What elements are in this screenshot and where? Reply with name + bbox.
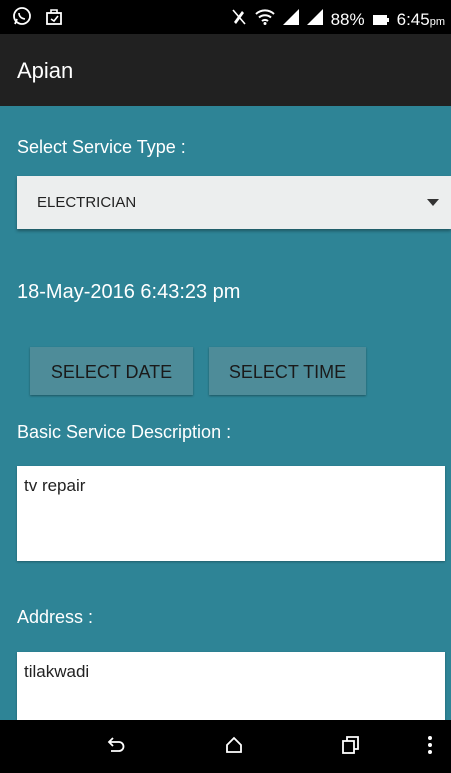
mute-icon xyxy=(231,8,247,31)
action-bar: Apian xyxy=(0,34,451,106)
home-icon[interactable] xyxy=(223,734,245,761)
description-input[interactable]: tv repair xyxy=(17,466,445,561)
select-date-button[interactable]: SELECT DATE xyxy=(30,347,193,395)
app-title: Apian xyxy=(17,58,74,83)
navigation-bar xyxy=(0,720,451,773)
description-value: tv repair xyxy=(24,476,86,495)
address-value: tilakwadi xyxy=(24,662,90,681)
address-label: Address : xyxy=(17,607,94,627)
service-type-value: ELECTRICIAN xyxy=(37,194,137,211)
select-time-button[interactable]: SELECT TIME xyxy=(209,347,366,395)
service-type-spinner[interactable]: ELECTRICIAN xyxy=(17,176,451,229)
signal-icon xyxy=(306,9,323,30)
overflow-menu-icon[interactable] xyxy=(426,734,434,761)
address-input[interactable]: tilakwadi xyxy=(17,652,445,720)
battery-icon xyxy=(372,10,389,30)
dropdown-arrow-icon xyxy=(427,199,439,206)
signal-icon xyxy=(282,9,299,30)
clock-ampm: pm xyxy=(429,15,445,28)
back-icon[interactable] xyxy=(104,734,126,761)
status-bar: 88% 6:45 pm xyxy=(0,0,451,34)
wifi-icon xyxy=(254,9,275,30)
service-type-label: Select Service Type : xyxy=(17,137,186,157)
bag-icon xyxy=(44,6,64,31)
recents-icon[interactable] xyxy=(340,734,362,761)
clock-time: 6:45 xyxy=(396,9,430,29)
whatsapp-icon xyxy=(12,6,32,31)
selected-datetime: 18-May-2016 6:43:23 pm xyxy=(17,281,241,303)
battery-percent: 88% xyxy=(330,9,365,29)
description-label: Basic Service Description : xyxy=(17,422,232,442)
